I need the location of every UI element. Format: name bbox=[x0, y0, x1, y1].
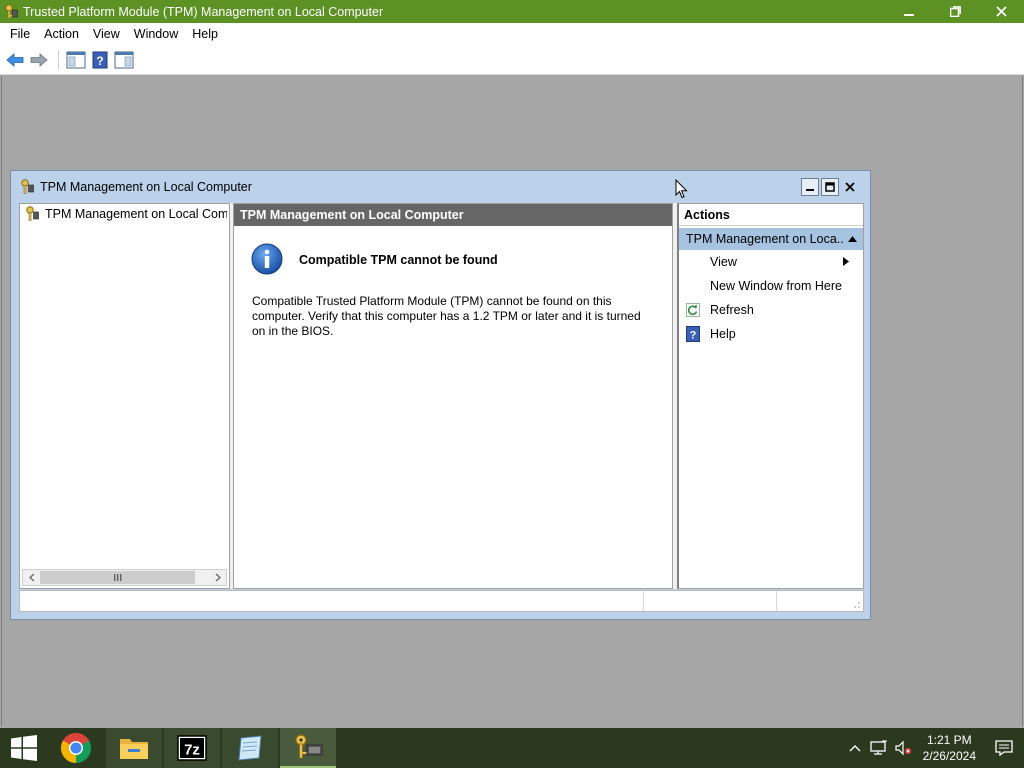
info-icon bbox=[251, 243, 283, 275]
svg-text:?: ? bbox=[690, 330, 697, 342]
result-header: TPM Management on Local Computer bbox=[234, 204, 672, 226]
back-arrow-icon[interactable] bbox=[4, 49, 26, 71]
result-message: Compatible Trusted Platform Module (TPM)… bbox=[252, 294, 641, 338]
tpm-key-icon bbox=[24, 206, 40, 222]
menu-action[interactable]: Action bbox=[37, 23, 86, 45]
child-maximize-button[interactable] bbox=[821, 178, 839, 196]
clock-time: 1:21 PM bbox=[926, 733, 972, 747]
action-new-window-label: New Window from Here bbox=[710, 279, 842, 293]
result-heading: Compatible TPM cannot be found bbox=[299, 253, 498, 267]
file-explorer-icon bbox=[120, 739, 148, 759]
actions-header: Actions bbox=[679, 204, 863, 226]
result-pane: TPM Management on Local Computer Compati… bbox=[233, 203, 673, 589]
windows-logo-icon bbox=[11, 735, 37, 761]
actions-section-tpm-management[interactable]: TPM Management on Loca... bbox=[679, 228, 863, 250]
restore-button[interactable] bbox=[932, 0, 978, 23]
help-icon: ? bbox=[685, 326, 701, 342]
tree-item-label: TPM Management on Local Comp bbox=[45, 207, 227, 221]
menu-file[interactable]: File bbox=[3, 23, 37, 45]
taskbar: 7z 1:21 PM 2/26/2024 bbox=[0, 728, 1024, 768]
clock[interactable]: 1:21 PM 2/26/2024 bbox=[915, 732, 984, 764]
7zip-icon: 7z bbox=[177, 735, 207, 761]
action-help[interactable]: ? Help bbox=[679, 322, 863, 346]
show-hide-action-pane-icon[interactable] bbox=[113, 49, 135, 71]
child-body: TPM Management on Local Comp TPM Managem… bbox=[19, 203, 864, 589]
tpm-icon bbox=[295, 734, 323, 759]
close-button[interactable] bbox=[978, 0, 1024, 23]
scroll-right-icon[interactable] bbox=[209, 570, 226, 585]
actions-pane: Actions TPM Management on Loca... View N… bbox=[677, 203, 864, 589]
svg-text:7z: 7z bbox=[184, 742, 200, 759]
console-tree: TPM Management on Local Comp bbox=[19, 203, 230, 589]
taskbar-tpm-management[interactable] bbox=[280, 728, 336, 768]
svg-text:?: ? bbox=[96, 54, 103, 68]
menu-window[interactable]: Window bbox=[127, 23, 185, 45]
actions-section-label: TPM Management on Loca... bbox=[686, 232, 844, 246]
child-minimize-button[interactable] bbox=[801, 178, 819, 196]
show-hide-console-tree-icon[interactable] bbox=[65, 49, 87, 71]
status-segment bbox=[20, 591, 644, 611]
scroll-track[interactable] bbox=[40, 570, 209, 585]
taskbar-notepad[interactable] bbox=[222, 728, 278, 768]
show-hidden-icons-icon[interactable] bbox=[843, 728, 867, 768]
toolbar: ? bbox=[0, 45, 1024, 75]
submenu-arrow-icon bbox=[843, 256, 857, 268]
chrome-icon bbox=[60, 732, 92, 763]
start-button[interactable] bbox=[0, 728, 48, 768]
help-icon[interactable]: ? bbox=[89, 49, 111, 71]
action-view-label: View bbox=[710, 255, 737, 269]
system-tray: 1:21 PM 2/26/2024 bbox=[843, 728, 1024, 768]
scroll-left-icon[interactable] bbox=[23, 570, 40, 585]
scroll-thumb[interactable] bbox=[40, 571, 195, 584]
app-title: Trusted Platform Module (TPM) Management… bbox=[23, 4, 384, 19]
status-segment bbox=[644, 591, 777, 611]
child-window: TPM Management on Local Computer TPM Man… bbox=[10, 170, 871, 620]
action-refresh[interactable]: Refresh bbox=[679, 298, 863, 322]
tree-horizontal-scrollbar[interactable] bbox=[22, 569, 227, 586]
child-close-button[interactable] bbox=[841, 178, 859, 196]
tpm-key-icon bbox=[3, 3, 19, 20]
menu-view[interactable]: View bbox=[86, 23, 127, 45]
notepad-icon bbox=[238, 735, 262, 761]
tree-item-tpm-management[interactable]: TPM Management on Local Comp bbox=[22, 205, 227, 223]
tpm-key-icon bbox=[19, 179, 35, 195]
action-help-label: Help bbox=[710, 327, 736, 341]
notification-center-icon[interactable] bbox=[984, 728, 1024, 768]
network-icon[interactable] bbox=[867, 728, 891, 768]
taskbar-file-explorer[interactable] bbox=[106, 728, 162, 768]
action-new-window[interactable]: New Window from Here bbox=[679, 274, 863, 298]
taskbar-7zip[interactable]: 7z bbox=[164, 728, 220, 768]
taskbar-chrome[interactable] bbox=[48, 728, 104, 768]
status-bar bbox=[19, 590, 864, 612]
resize-grip-icon[interactable] bbox=[852, 600, 862, 610]
status-segment bbox=[777, 591, 857, 611]
menu-bar: File Action View Window Help bbox=[0, 23, 1024, 45]
child-title-bar[interactable]: TPM Management on Local Computer bbox=[11, 171, 870, 203]
collapse-up-icon[interactable] bbox=[844, 234, 860, 244]
minimize-button[interactable] bbox=[886, 0, 932, 23]
clock-date: 2/26/2024 bbox=[922, 749, 976, 763]
action-view[interactable]: View bbox=[679, 250, 863, 274]
toolbar-separator bbox=[58, 49, 59, 70]
mouse-cursor-icon bbox=[675, 179, 688, 199]
volume-muted-icon[interactable] bbox=[891, 728, 915, 768]
action-refresh-label: Refresh bbox=[710, 303, 754, 317]
app-title-bar[interactable]: Trusted Platform Module (TPM) Management… bbox=[0, 0, 1024, 23]
menu-help[interactable]: Help bbox=[185, 23, 225, 45]
forward-arrow-icon[interactable] bbox=[28, 49, 50, 71]
refresh-icon bbox=[685, 302, 701, 318]
